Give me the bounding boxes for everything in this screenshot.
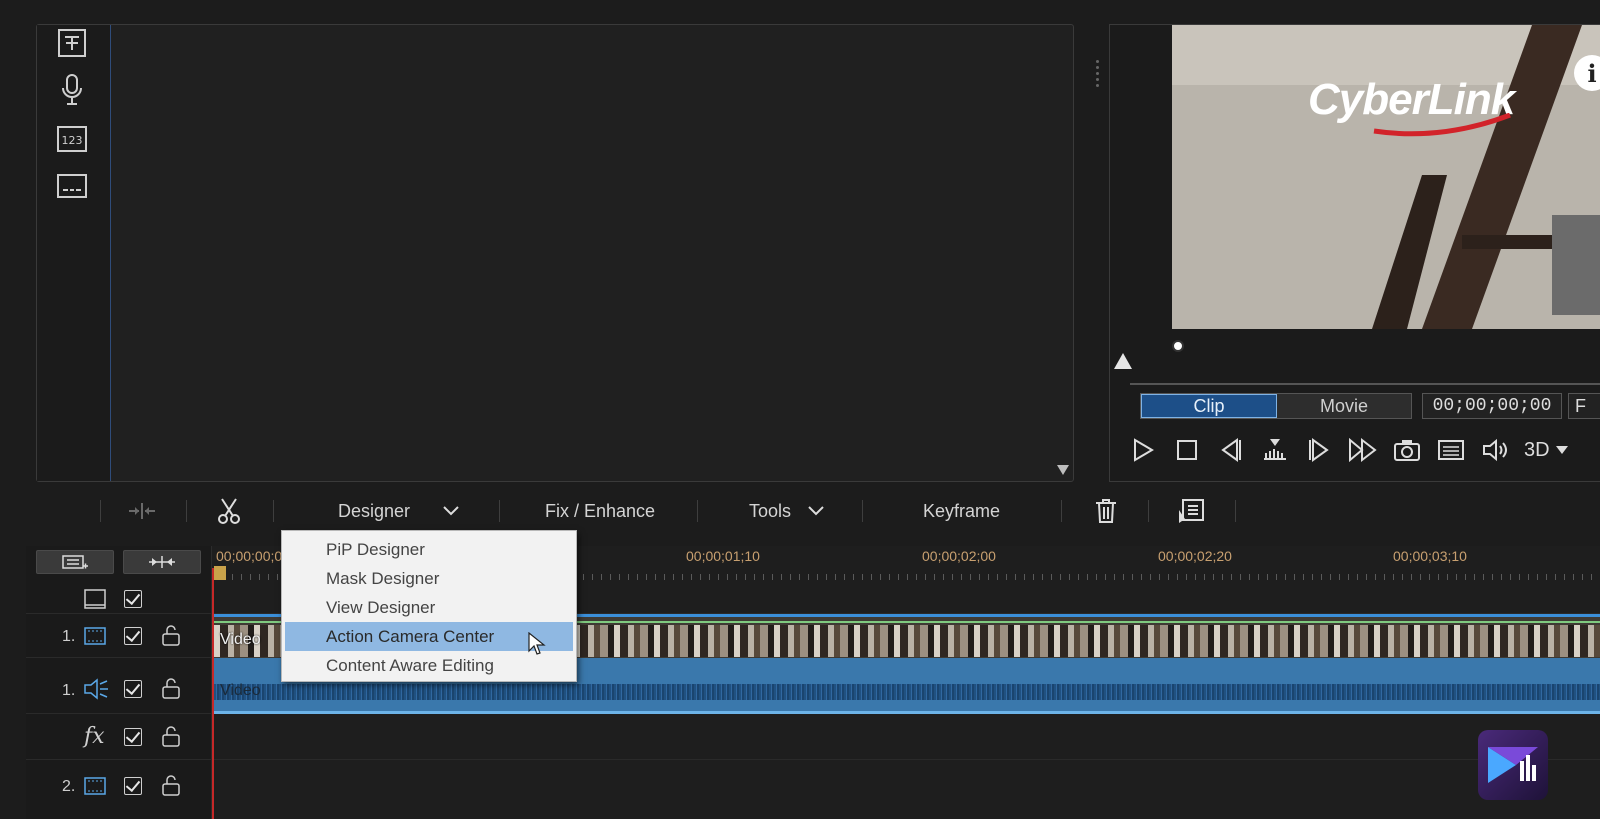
track-enable-checkbox[interactable]: [124, 680, 142, 698]
ruler-label: 00;00;00;00: [216, 548, 290, 564]
clip-mode-button[interactable]: Clip: [1141, 394, 1277, 418]
designer-label: Designer: [338, 500, 411, 521]
video-track-icon: [84, 589, 106, 609]
3d-label: 3D: [1524, 438, 1550, 461]
library-scrollbar[interactable]: [1057, 25, 1069, 481]
preview-video-frame: CyberLink i: [1172, 25, 1600, 329]
timecode-display[interactable]: 00;00;00;00: [1422, 393, 1562, 419]
track-number: 1.: [62, 628, 76, 645]
ruler-label: 00;00;02;00: [922, 548, 996, 564]
track-enable-checkbox[interactable]: [124, 590, 142, 608]
chevron-down-icon: [1555, 446, 1568, 454]
track-row-fx: fx: [26, 714, 1600, 760]
video-clip-label: Video: [220, 631, 261, 648]
frame-field[interactable]: F: [1568, 393, 1600, 419]
seek-thumb[interactable]: [1114, 353, 1132, 369]
media-library-pane: 123: [36, 24, 1074, 482]
pane-splitter[interactable]: [1096, 60, 1100, 100]
subtitle-icon[interactable]: [53, 168, 91, 204]
designer-menu: PiP Designer Mask Designer View Designer…: [281, 530, 577, 682]
chevron-down-icon: [808, 506, 824, 516]
lock-icon[interactable]: [160, 677, 182, 699]
overlay-anchor-handle[interactable]: [1172, 340, 1184, 352]
chapter-numbers-icon[interactable]: 123: [53, 121, 91, 157]
keyframe-label: Keyframe: [923, 500, 1001, 521]
microphone-icon[interactable]: [53, 72, 91, 108]
chevron-down-icon: [443, 506, 459, 516]
stop-icon[interactable]: [1172, 435, 1202, 465]
split-icon[interactable]: [127, 496, 157, 526]
menu-item-pip-designer[interactable]: PiP Designer: [282, 535, 576, 564]
menu-item-mask-designer[interactable]: Mask Designer: [282, 564, 576, 593]
lock-icon[interactable]: [160, 624, 182, 646]
preview-pane: CyberLink i Clip Movie 00;00;00;00 F 3D: [1109, 24, 1600, 482]
fix-enhance-button[interactable]: Fix / Enhance: [545, 496, 655, 526]
fix-enhance-label: Fix / Enhance: [545, 500, 656, 521]
more-features-icon[interactable]: [1176, 496, 1206, 526]
video-track-icon: [84, 777, 106, 795]
track-enable-checkbox[interactable]: [124, 627, 142, 645]
ruler-label: 00;00;02;20: [1158, 548, 1232, 564]
audio-clip-label: Video: [220, 682, 261, 699]
lock-icon[interactable]: [160, 774, 182, 796]
next-frame-icon[interactable]: [1304, 435, 1334, 465]
split-marker-icon[interactable]: [1260, 435, 1290, 465]
edit-toolbar: Designer Fix / Enhance Tools Keyframe: [0, 488, 1600, 534]
preview-image: [1172, 25, 1600, 329]
track-number: 1.: [62, 682, 76, 699]
audio-track-icon: [84, 678, 108, 700]
title-designer-icon[interactable]: [53, 25, 91, 61]
volume-icon[interactable]: [1480, 435, 1510, 465]
fit-timeline-icon: [149, 556, 175, 568]
audio-waveform: [214, 684, 1600, 700]
logo-swoosh: [1373, 113, 1511, 137]
keyframe-button[interactable]: Keyframe: [923, 496, 1000, 526]
ruler-label: 00;00;03;10: [1393, 548, 1467, 564]
fx-track-icon: fx: [84, 724, 105, 749]
player-controls: 3D: [1128, 433, 1568, 467]
movie-mode-button[interactable]: Movie: [1277, 394, 1411, 418]
menu-item-view-designer[interactable]: View Designer: [282, 593, 576, 622]
track-enable-checkbox[interactable]: [124, 777, 142, 795]
tools-label: Tools: [749, 500, 792, 521]
subtitle-toggle-icon[interactable]: [1436, 435, 1466, 465]
fit-timeline-button[interactable]: [123, 550, 201, 574]
mouse-cursor-icon: [528, 632, 546, 655]
lock-icon[interactable]: [160, 725, 182, 747]
video-track-icon: [84, 627, 106, 645]
trash-icon[interactable]: [1091, 496, 1121, 526]
track-number: 2.: [62, 778, 76, 795]
svg-text:123: 123: [62, 134, 83, 147]
clip-movie-toggle: Clip Movie: [1140, 393, 1412, 419]
snapshot-camera-icon[interactable]: [1392, 435, 1422, 465]
designer-dropdown[interactable]: Designer: [338, 496, 460, 526]
play-icon[interactable]: [1128, 435, 1158, 465]
tools-dropdown[interactable]: Tools: [749, 496, 825, 526]
track-row-video-2: 2.: [26, 760, 1600, 819]
library-side-toolbar: 123: [37, 25, 111, 481]
previous-frame-icon[interactable]: [1216, 435, 1246, 465]
fast-forward-icon[interactable]: [1348, 435, 1378, 465]
track-enable-checkbox[interactable]: [124, 728, 142, 746]
seek-bar[interactable]: [1130, 383, 1600, 385]
3d-mode-button[interactable]: 3D: [1524, 439, 1568, 462]
scissors-icon[interactable]: [214, 496, 244, 526]
scroll-down-arrow-icon[interactable]: [1057, 465, 1069, 475]
ruler-label: 00;00;01;10: [686, 548, 760, 564]
powerdirector-app-icon: [1478, 730, 1548, 800]
track-row-master: [26, 584, 1600, 614]
timeline-panel: 00;00;00;00 00;00;01;10 00;00;02;00 00;0…: [26, 546, 1600, 819]
track-manager-button[interactable]: [36, 550, 114, 574]
playhead-marker[interactable]: [214, 566, 226, 580]
track-manager-icon: [62, 555, 88, 569]
timeline-playhead[interactable]: [212, 568, 214, 819]
